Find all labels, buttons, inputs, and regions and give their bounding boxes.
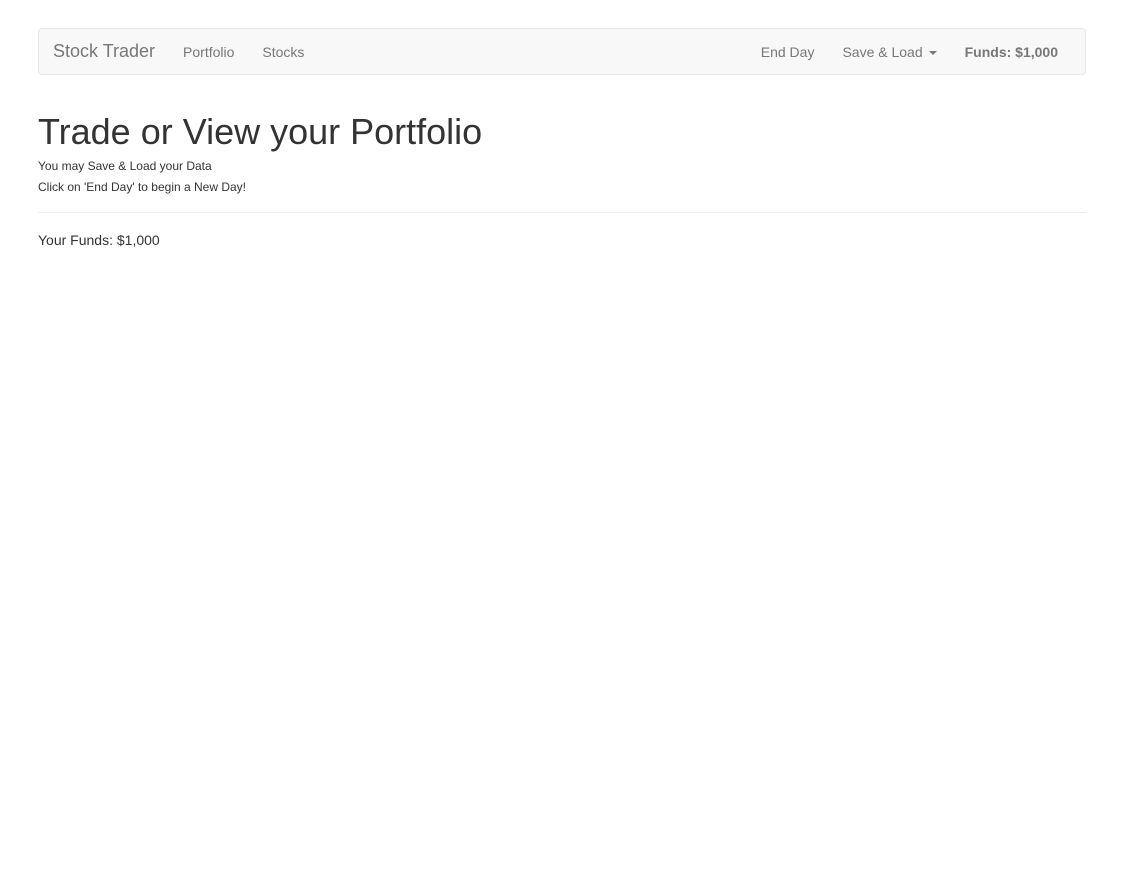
navbar-right: End Day Save & Load Funds: $1,000	[747, 29, 1085, 74]
page-title: Trade or View your Portfolio	[38, 111, 483, 152]
navbar-left: Stock Trader Portfolio Stocks	[39, 29, 318, 74]
caret-down-icon	[928, 50, 937, 55]
page-container: Stock Trader Portfolio Stocks End Day Sa…	[38, 28, 1086, 248]
end-day-link[interactable]: End Day	[747, 44, 829, 60]
your-funds-text: Your Funds: $1,000	[38, 231, 160, 248]
divider	[38, 211, 1086, 213]
nav-link-stocks[interactable]: Stocks	[248, 44, 318, 60]
nav-link-portfolio[interactable]: Portfolio	[169, 44, 248, 60]
save-load-dropdown[interactable]: Save & Load	[828, 44, 950, 60]
brand-link[interactable]: Stock Trader	[39, 41, 169, 62]
save-load-hint: You may Save & Load your Data	[38, 158, 212, 173]
save-load-label: Save & Load	[842, 43, 923, 60]
end-day-hint: Click on 'End Day' to begin a New Day!	[38, 179, 247, 194]
navbar: Stock Trader Portfolio Stocks End Day Sa…	[38, 28, 1086, 75]
navbar-funds: Funds: $1,000	[964, 43, 1058, 60]
